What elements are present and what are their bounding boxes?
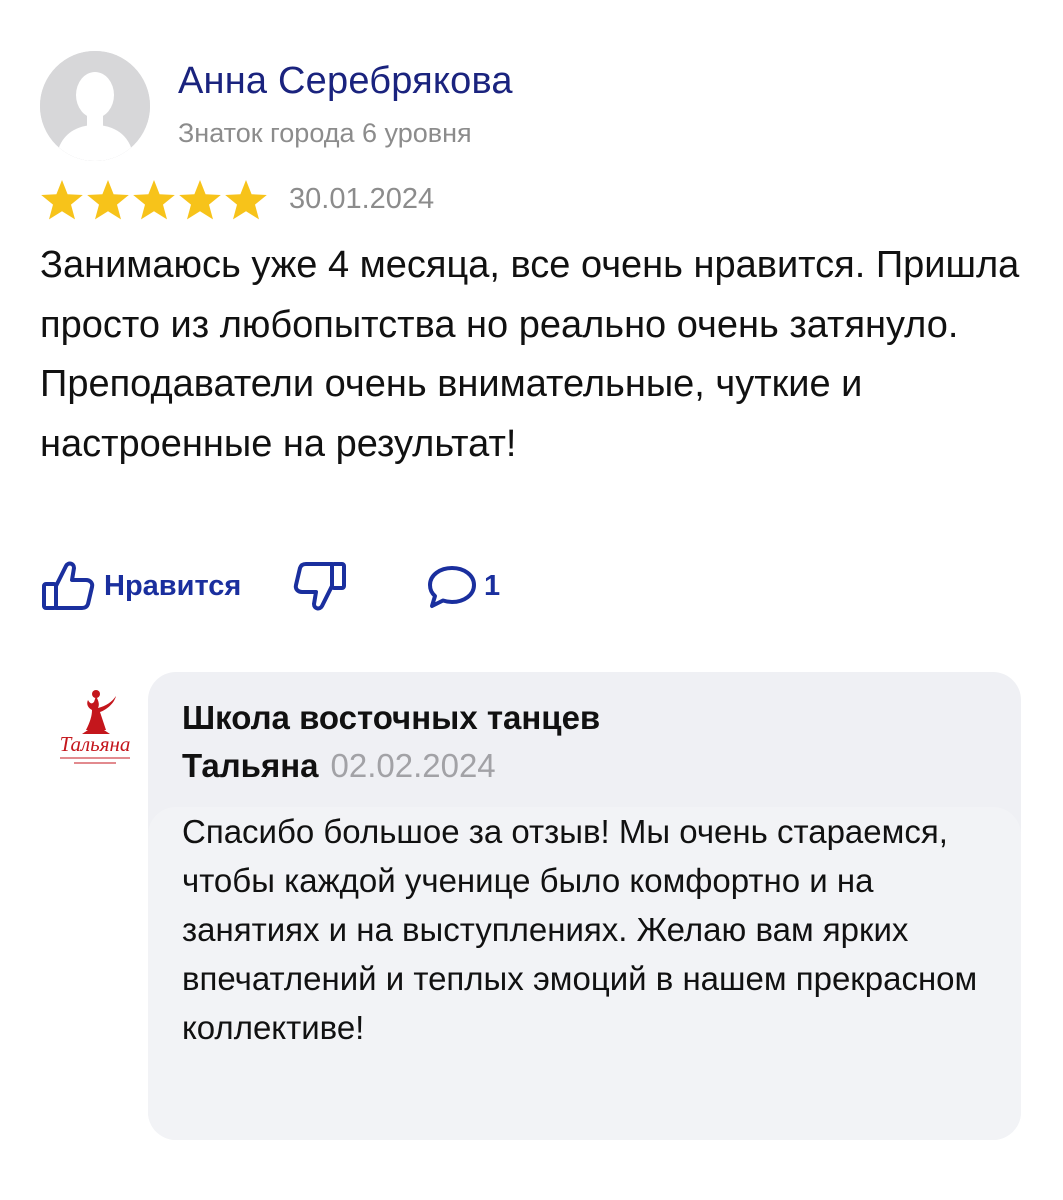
owner-reply: Тальяна Школа восточных танцев Тальяна 02… bbox=[0, 660, 1063, 1160]
star-icon bbox=[225, 180, 267, 220]
review-card: Анна Серебрякова Знаток города 6 уровня … bbox=[0, 0, 1063, 650]
review-actions: Нравится 1 bbox=[40, 556, 540, 616]
star-icon bbox=[133, 180, 175, 220]
business-logo: Тальяна bbox=[40, 682, 150, 772]
comment-count: 1 bbox=[484, 569, 501, 602]
reply-card: Школа восточных танцев Тальяна 02.02.2024… bbox=[148, 672, 1021, 1140]
star-icon bbox=[179, 180, 221, 220]
author-name[interactable]: Анна Серебрякова bbox=[178, 60, 513, 103]
logo-text: Тальяна bbox=[60, 732, 131, 756]
like-button[interactable]: Нравится bbox=[40, 556, 241, 616]
org-name[interactable]: Школа восточных танцев Тальяна 02.02.2024 bbox=[182, 694, 882, 790]
comment-button[interactable]: 1 bbox=[424, 556, 500, 616]
thumbs-up-icon bbox=[42, 561, 95, 610]
reply-text: Спасибо большое за отзыв! Мы очень стара… bbox=[182, 813, 978, 1046]
author-level: Знаток города 6 уровня bbox=[178, 118, 472, 148]
reply-date: 02.02.2024 bbox=[330, 747, 496, 784]
reply-body: Спасибо большое за отзыв! Мы очень стара… bbox=[148, 807, 1021, 1140]
avatar[interactable] bbox=[40, 51, 150, 161]
like-label: Нравится bbox=[104, 569, 242, 602]
review-text: Занимаюсь уже 4 месяца, все очень нравит… bbox=[40, 244, 1020, 465]
dislike-button[interactable] bbox=[292, 556, 348, 616]
org-name-line2: Тальяна bbox=[182, 747, 319, 784]
star-icon bbox=[41, 180, 83, 220]
star-icon bbox=[87, 180, 129, 220]
rating-stars bbox=[40, 179, 268, 221]
user-silhouette-icon bbox=[40, 51, 150, 161]
dancer-logo-icon: Тальяна bbox=[60, 690, 131, 764]
thumbs-down-icon bbox=[293, 562, 346, 611]
org-name-line1: Школа восточных танцев bbox=[182, 699, 601, 736]
comment-bubble-icon bbox=[428, 566, 476, 608]
review-date: 30.01.2024 bbox=[289, 183, 435, 215]
